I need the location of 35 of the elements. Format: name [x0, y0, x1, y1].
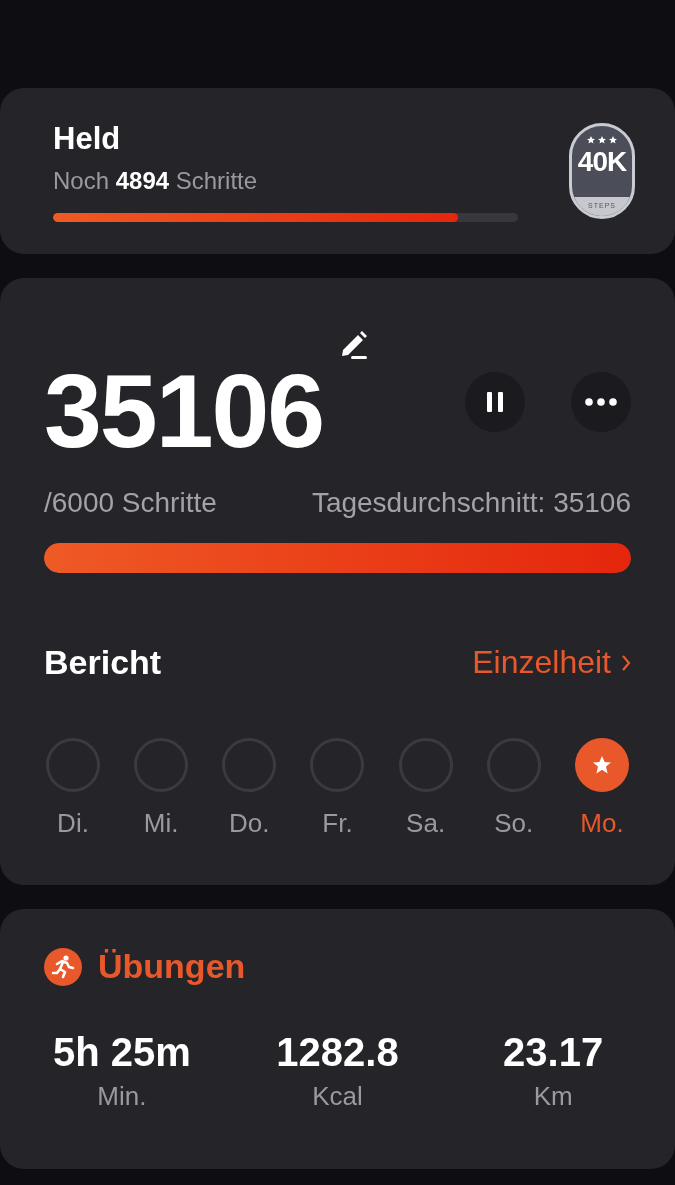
- details-link[interactable]: Einzelheit: [472, 644, 631, 681]
- stat-value: 23.17: [503, 1030, 604, 1075]
- stat-unit: Kcal: [312, 1081, 363, 1112]
- day-label: So.: [494, 808, 534, 839]
- day-circle[interactable]: [486, 738, 541, 792]
- achieved-day-circle[interactable]: [574, 738, 629, 792]
- star-icon: [591, 755, 612, 775]
- stat-unit: Min.: [97, 1081, 147, 1112]
- remaining-steps: Noch 4894 Schritte: [53, 166, 518, 195]
- day-circle[interactable]: [398, 738, 453, 792]
- stars-icon: [587, 136, 617, 144]
- chevron-right-icon: [621, 653, 631, 672]
- report-title: Bericht: [44, 643, 162, 682]
- running-icon: [44, 947, 82, 986]
- stat-unit: Km: [533, 1081, 573, 1112]
- day-label: Fr.: [322, 808, 353, 839]
- more-icon: [585, 398, 617, 406]
- day-label: Do.: [229, 808, 270, 839]
- day-circle[interactable]: [222, 738, 277, 792]
- stat-value: 5h 25m: [52, 1030, 191, 1075]
- day-label: Mi.: [143, 808, 179, 839]
- day-circle[interactable]: [46, 738, 100, 792]
- day-label: Sa.: [406, 808, 446, 839]
- day-circle[interactable]: [310, 738, 365, 792]
- goal-title: Held: [53, 120, 122, 157]
- badge-value: 40K: [577, 146, 627, 178]
- day-label: Di.: [57, 808, 89, 839]
- day-circle[interactable]: [134, 738, 189, 792]
- exercise-title: Übungen: [98, 947, 246, 986]
- daily-average: Tagesdurchschnitt: 35106: [311, 487, 631, 519]
- day-label: Mo.: [580, 808, 624, 839]
- step-target: /6000 Schritte: [44, 487, 217, 519]
- pause-icon: [486, 392, 504, 412]
- stat-value: 1282.8: [276, 1030, 399, 1075]
- step-count: 35106: [44, 352, 324, 471]
